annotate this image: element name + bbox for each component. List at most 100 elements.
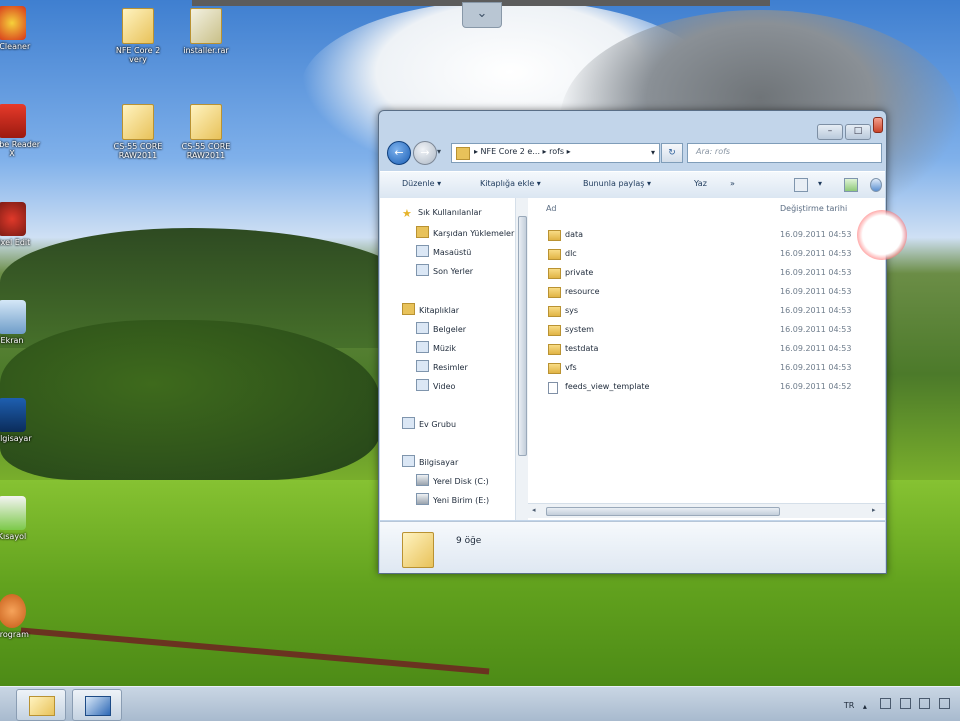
program-icon — [0, 594, 26, 628]
desktop-icon — [416, 245, 429, 257]
nav-item-downloads[interactable]: Karşıdan Yüklemeler — [416, 226, 514, 238]
help-icon[interactable] — [870, 178, 882, 192]
explorer-icon — [29, 696, 55, 716]
desktop-icon-ccleaner[interactable]: CCleaner — [0, 6, 44, 51]
drive-icon — [416, 493, 429, 505]
nav-item-desktop[interactable]: Masaüstü — [416, 245, 471, 257]
app-icon — [0, 202, 26, 236]
nav-item-videos[interactable]: Video — [416, 379, 455, 391]
burn-button[interactable]: Yaz — [694, 179, 707, 188]
minimize-button[interactable]: – — [817, 124, 843, 140]
search-placeholder: Ara: rofs — [696, 147, 731, 156]
file-row[interactable]: private 16.09.2011 04:53 — [528, 264, 885, 283]
desktop-icon-adobe[interactable]: Adobe Reader X — [0, 104, 44, 158]
view-dropdown[interactable]: ▾ — [818, 179, 822, 188]
file-row[interactable]: system 16.09.2011 04:53 — [528, 321, 885, 340]
nav-item-drive-e[interactable]: Yeni Birim (E:) — [416, 493, 489, 505]
horizontal-scrollbar[interactable]: ◂ ▸ — [528, 503, 885, 518]
scrollbar-thumb[interactable] — [546, 507, 780, 516]
file-row[interactable]: feeds_view_template 16.09.2011 04:52 — [528, 378, 885, 397]
history-dropdown[interactable]: ▾ — [437, 147, 447, 157]
close-button[interactable] — [873, 117, 883, 133]
share-with-button[interactable]: Bununla paylaş ▾ — [583, 179, 651, 188]
file-row[interactable]: vfs 16.09.2011 04:53 — [528, 359, 885, 378]
desktop-icon-folder[interactable]: CS-55 CORE RAW2011 — [106, 104, 170, 160]
desktop-icon-computer[interactable]: Bilgisayar — [0, 398, 44, 443]
nav-item-documents[interactable]: Belgeler — [416, 322, 466, 334]
cursor-highlight — [857, 210, 907, 260]
desktop-icon-app[interactable]: Ekran — [0, 300, 44, 345]
flag-icon[interactable] — [880, 698, 892, 709]
downloads-icon — [416, 226, 429, 238]
caption-buttons: – □ — [815, 117, 883, 140]
folder-icon — [122, 8, 154, 44]
breadcrumb[interactable]: ▸ NFE Core 2 e... ▸ rofs ▸ — [474, 147, 571, 156]
videos-icon — [416, 379, 429, 391]
nav-libraries[interactable]: Kitaplıklar — [402, 303, 459, 315]
system-tray: TR ▴ — [844, 698, 950, 711]
folder-icon — [548, 325, 561, 336]
desktop-icon-program[interactable]: Program — [0, 594, 44, 639]
chevron-down-icon[interactable]: ⌄ — [462, 2, 502, 28]
taskbar-explorer-button[interactable] — [16, 689, 66, 721]
file-row[interactable]: sys 16.09.2011 04:53 — [528, 302, 885, 321]
maximize-button[interactable]: □ — [845, 124, 871, 140]
more-commands-button[interactable]: » — [730, 179, 735, 188]
column-header-modified[interactable]: Değiştirme tarihi — [780, 204, 847, 213]
desktop-icon-archive[interactable]: installer.rar — [174, 8, 238, 55]
arrow-up-icon[interactable]: ▴ — [863, 702, 872, 711]
nav-scrollbar[interactable] — [515, 198, 528, 520]
search-input[interactable]: Ara: rofs — [687, 143, 882, 163]
add-to-library-button[interactable]: Kitaplığa ekle ▾ — [480, 179, 541, 188]
star-icon: ★ — [402, 207, 412, 220]
file-row[interactable]: resource 16.09.2011 04:53 — [528, 283, 885, 302]
folder-icon — [548, 287, 561, 298]
adobe-reader-icon — [0, 104, 26, 138]
folder-icon — [190, 104, 222, 140]
folder-icon — [122, 104, 154, 140]
folder-icon — [548, 230, 561, 241]
desktop-icon-folder[interactable]: NFE Core 2 very — [106, 8, 170, 64]
file-row[interactable]: data 16.09.2011 04:53 — [528, 226, 885, 245]
scroll-right-icon[interactable]: ▸ — [872, 506, 876, 514]
view-options-icon[interactable] — [794, 178, 808, 192]
folder-icon — [548, 306, 561, 317]
scrollbar-thumb[interactable] — [518, 216, 527, 456]
scroll-left-icon[interactable]: ◂ — [532, 506, 536, 514]
language-indicator[interactable]: TR — [844, 701, 854, 710]
file-row[interactable]: dlc 16.09.2011 04:53 — [528, 245, 885, 264]
nav-item-pictures[interactable]: Resimler — [416, 360, 468, 372]
organize-button[interactable]: Düzenle ▾ — [402, 179, 441, 188]
desktop-icon-app[interactable]: Pixel Edit — [0, 202, 44, 247]
network-tool-icon — [85, 696, 111, 716]
nav-favorites[interactable]: ★ Sık Kullanılanlar — [402, 208, 482, 219]
taskbar: TR ▴ — [0, 686, 960, 721]
desktop-icon-shortcut[interactable]: Kısayol — [0, 496, 44, 541]
nav-homegroup[interactable]: Ev Grubu — [402, 417, 456, 429]
battery-icon[interactable] — [899, 698, 911, 709]
taskbar-network-button[interactable] — [72, 689, 122, 721]
libraries-icon — [402, 303, 415, 315]
nav-item-drive-c[interactable]: Yerel Disk (C:) — [416, 474, 489, 486]
back-button[interactable]: ← — [387, 141, 411, 165]
pictures-icon — [416, 360, 429, 372]
preview-pane-icon[interactable] — [844, 178, 858, 192]
app-icon — [0, 300, 26, 334]
refresh-button[interactable]: ↻ — [661, 143, 683, 163]
file-row[interactable]: testdata 16.09.2011 04:53 — [528, 340, 885, 359]
address-bar[interactable]: ▸ NFE Core 2 e... ▸ rofs ▸ — [451, 143, 649, 163]
desktop-icon-folder[interactable]: CS-55 CORE RAW2011 — [174, 104, 238, 160]
drive-icon — [416, 474, 429, 486]
archive-icon — [190, 8, 222, 44]
forward-button[interactable]: → — [413, 141, 437, 165]
nav-computer[interactable]: Bilgisayar — [402, 455, 458, 467]
network-icon[interactable] — [919, 698, 931, 709]
nav-item-recent[interactable]: Son Yerler — [416, 264, 473, 276]
column-header-name[interactable]: Ad — [546, 204, 556, 213]
volume-icon[interactable] — [939, 698, 950, 709]
item-count: 9 öğe — [456, 536, 482, 546]
homegroup-icon — [402, 417, 415, 429]
music-icon — [416, 341, 429, 353]
address-dropdown[interactable]: ▾ — [647, 143, 660, 163]
nav-item-music[interactable]: Müzik — [416, 341, 456, 353]
